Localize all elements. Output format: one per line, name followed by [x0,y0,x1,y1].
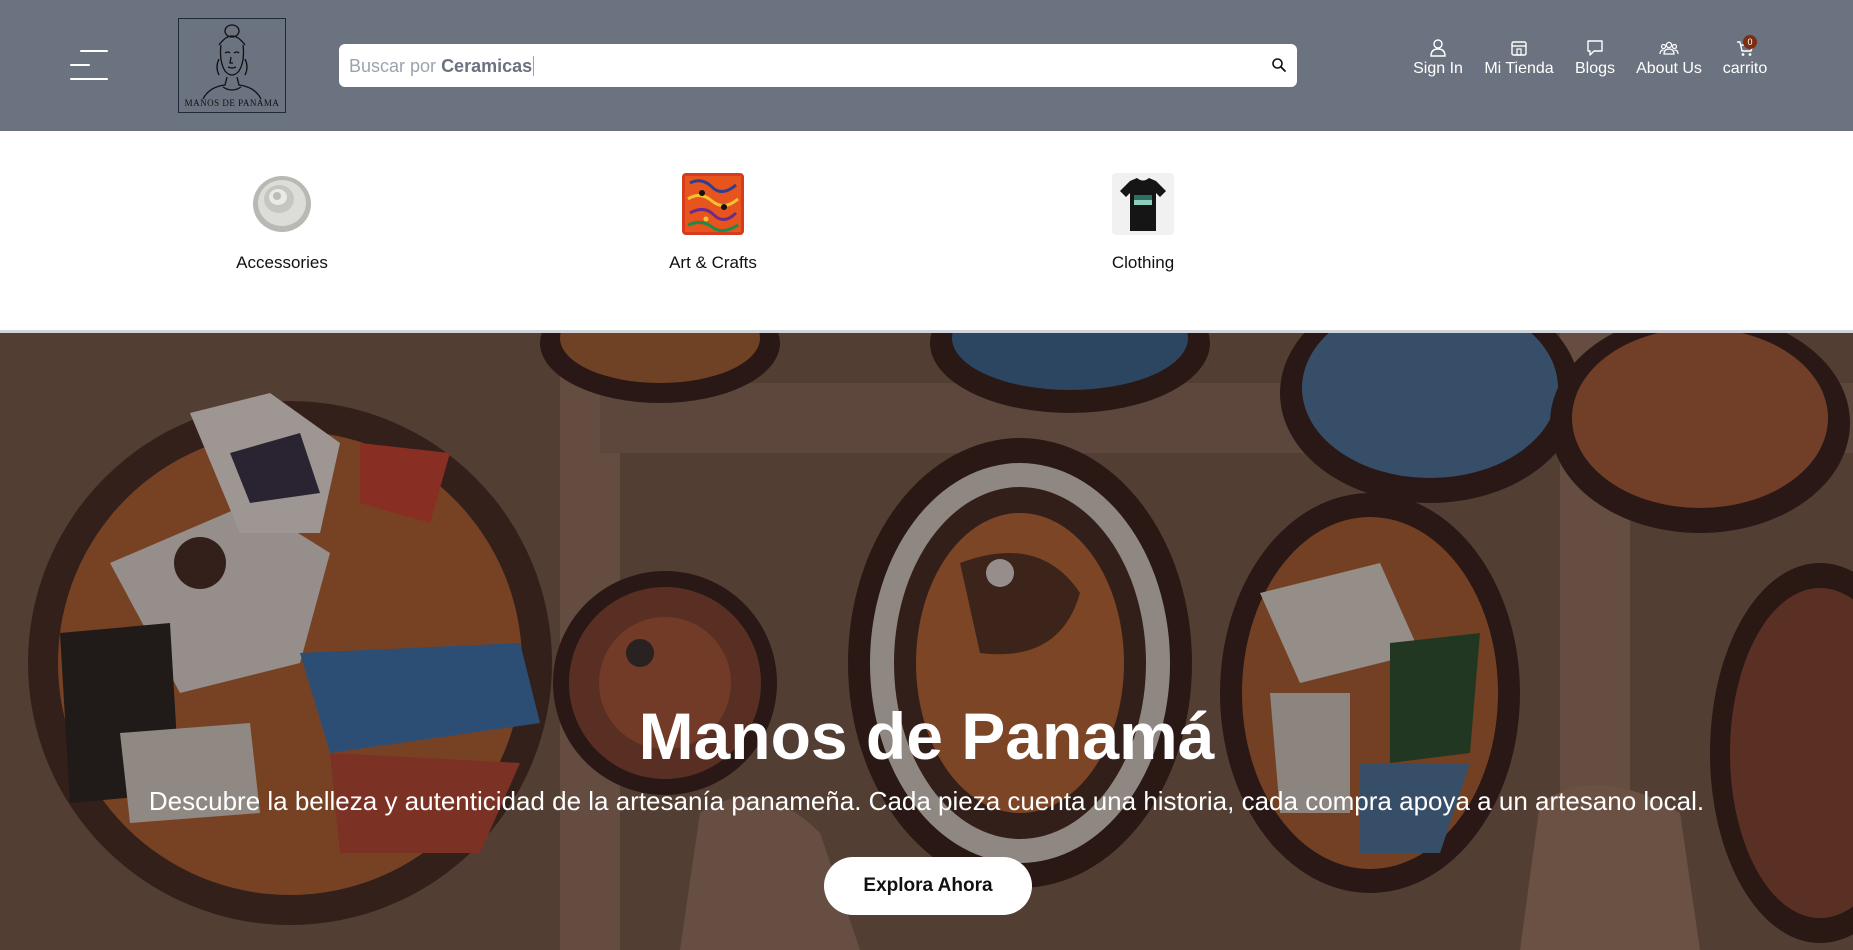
user-icon [1430,39,1446,57]
category-clothing[interactable]: Clothing [1063,173,1223,273]
tshirt-thumbnail [1112,173,1174,235]
category-art-crafts[interactable]: Art & Crafts [633,173,793,273]
explore-now-button[interactable]: Explora Ahora [824,857,1032,915]
search-bar[interactable]: Buscar por Ceramicas [339,44,1297,87]
text-cursor [533,56,535,76]
hamburger-menu-icon[interactable] [70,48,110,84]
hero-banner: Manos de Panamá Descubre la belleza y au… [0,333,1853,950]
nav-carrito-label: carrito [1722,60,1768,77]
site-header: MANOS DE PANAMA Buscar por Ceramicas Sig… [0,0,1853,131]
cart-count-badge: 0 [1743,35,1757,49]
nav-mi-tienda[interactable]: Mi Tienda [1484,38,1554,78]
category-strip: Accessories Art & Crafts Clothing [0,131,1853,333]
team-icon [1659,41,1679,55]
search-icon[interactable] [1271,57,1287,73]
site-logo[interactable]: MANOS DE PANAMA [178,18,286,113]
nav-about-us[interactable]: About Us [1636,38,1702,78]
hero-title: Manos de Panamá [638,699,1215,773]
category-accessories-label: Accessories [236,253,328,272]
category-accessories[interactable]: Accessories [202,173,362,273]
nav-blogs[interactable]: Blogs [1574,38,1616,78]
search-input[interactable]: Buscar por Ceramicas [349,56,535,77]
nav-mi-tienda-label: Mi Tienda [1484,60,1554,77]
mola-art-thumbnail [682,173,744,235]
search-placeholder-keyword: Ceramicas [441,56,533,76]
nav-carrito[interactable]: 0 carrito [1720,35,1770,78]
chat-icon [1587,40,1603,56]
nav-about-us-label: About Us [1636,60,1702,77]
ceramic-plate-thumbnail [251,173,313,235]
hero-subtitle: Descubre la belleza y autenticidad de la… [148,786,1705,816]
category-art-crafts-label: Art & Crafts [669,253,757,272]
store-icon [1511,41,1527,56]
nav-blogs-label: Blogs [1574,60,1616,77]
nav-sign-in-label: Sign In [1413,60,1463,77]
logo-wordmark: MANOS DE PANAMA [184,98,280,108]
search-placeholder-prefix: Buscar por [349,56,437,76]
nav-sign-in[interactable]: Sign In [1410,38,1466,78]
category-clothing-label: Clothing [1111,253,1175,272]
woman-portrait-logo-icon [202,24,262,100]
